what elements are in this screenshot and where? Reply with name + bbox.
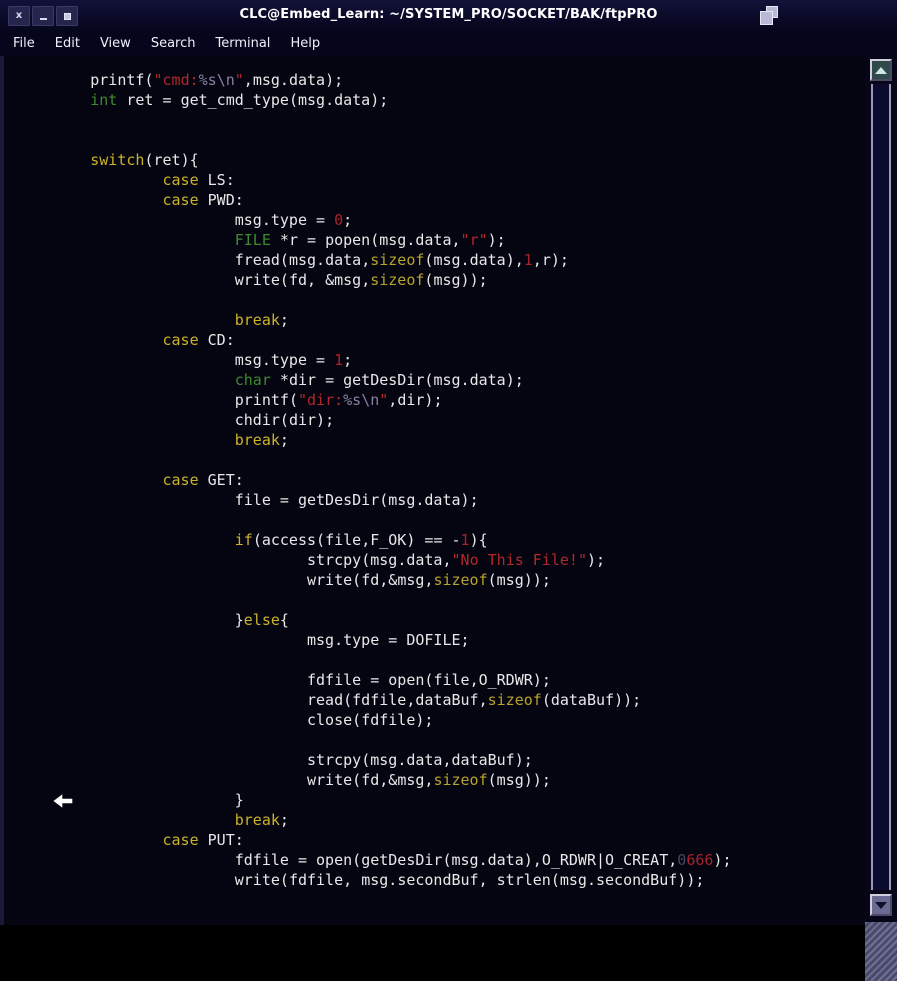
code-line: case PWD: — [162, 191, 244, 209]
code-line: case PUT: — [162, 831, 244, 849]
restore-windows-icon[interactable] — [760, 6, 782, 26]
terminal-frame: printf("cmd:%s\n",msg.data); int ret = g… — [0, 56, 897, 925]
code-line: file = getDesDir(msg.data); — [234, 491, 479, 509]
maximize-button[interactable] — [56, 6, 78, 26]
minimize-icon — [39, 17, 47, 20]
code-line: fdfile = open(getDesDir(msg.data),O_RDWR… — [234, 851, 732, 869]
menu-item-help[interactable]: Help — [287, 34, 329, 53]
scroll-down-arrow-icon[interactable] — [870, 894, 892, 916]
code-line: switch(ret){ — [90, 151, 199, 169]
window-titlebar: x CLC@Embed_Learn: ~/SYSTEM_PRO/SOCKET/B… — [0, 0, 897, 30]
code-line: break; — [234, 311, 289, 329]
code-line: int ret = get_cmd_type(msg.data); — [90, 91, 389, 109]
code-line: write(fd, &msg,sizeof(msg)); — [234, 271, 488, 289]
code-line: case GET: — [162, 471, 244, 489]
terminal-screen[interactable]: printf("cmd:%s\n",msg.data); int ret = g… — [4, 56, 865, 925]
code-line: close(fdfile); — [307, 711, 434, 729]
code-line: write(fdfile, msg.secondBuf, strlen(msg.… — [234, 871, 705, 889]
code-line: write(fd,&msg,sizeof(msg)); — [307, 571, 551, 589]
code-editor-content[interactable]: printf("cmd:%s\n",msg.data); int ret = g… — [4, 56, 865, 890]
minimize-button[interactable] — [32, 6, 54, 26]
close-button[interactable]: x — [8, 6, 30, 26]
code-line: case CD: — [162, 331, 235, 349]
code-line: break; — [234, 811, 289, 829]
menu-item-edit[interactable]: Edit — [52, 34, 89, 53]
menu-item-terminal[interactable]: Terminal — [212, 34, 279, 53]
code-line: printf("cmd:%s\n",msg.data); — [90, 71, 344, 89]
menu-item-file[interactable]: File — [10, 34, 44, 53]
terminal-window: x CLC@Embed_Learn: ~/SYSTEM_PRO/SOCKET/B… — [0, 0, 897, 981]
window-controls: x — [8, 6, 78, 26]
code-line: read(fdfile,dataBuf,sizeof(dataBuf)); — [307, 691, 642, 709]
resize-grip[interactable] — [865, 922, 897, 981]
code-line: fdfile = open(file,O_RDWR); — [307, 671, 551, 689]
code-line: strcpy(msg.data,dataBuf); — [307, 751, 533, 769]
code-line: fread(msg.data,sizeof(msg.data),1,r); — [234, 251, 569, 269]
code-line: char *dir = getDesDir(msg.data); — [234, 371, 524, 389]
vertical-scrollbar[interactable] — [865, 56, 897, 981]
code-line: strcpy(msg.data,"No This File!"); — [307, 551, 606, 569]
code-line: msg.type = 0; — [234, 211, 353, 229]
code-line: }else{ — [234, 611, 289, 629]
code-line: msg.type = 1; — [234, 351, 353, 369]
menu-item-view[interactable]: View — [97, 34, 140, 53]
scrollbar-trough[interactable] — [871, 84, 891, 890]
code-line: break; — [234, 431, 289, 449]
code-line: write(fd,&msg,sizeof(msg)); — [307, 771, 551, 789]
code-line: } — [234, 791, 244, 809]
mouse-pointer-left-arrow-icon — [52, 791, 74, 811]
menu-item-search[interactable]: Search — [148, 34, 205, 53]
code-line: FILE *r = popen(msg.data,"r"); — [234, 231, 506, 249]
close-icon: x — [15, 10, 23, 21]
menubar: File Edit View Search Terminal Help — [0, 30, 897, 56]
code-line: chdir(dir); — [234, 411, 335, 429]
code-line: case LS: — [162, 171, 235, 189]
maximize-icon — [63, 12, 71, 20]
code-line: msg.type = DOFILE; — [307, 631, 470, 649]
scroll-up-arrow-icon[interactable] — [870, 59, 892, 81]
code-line: printf("dir:%s\n",dir); — [234, 391, 443, 409]
code-line: if(access(file,F_OK) == -1){ — [234, 531, 488, 549]
